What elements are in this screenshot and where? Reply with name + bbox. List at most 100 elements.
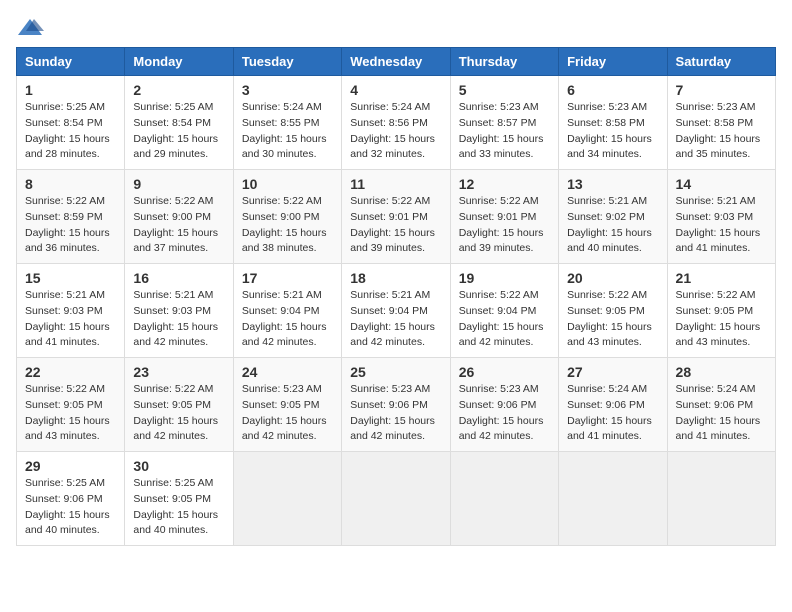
day-info: Sunrise: 5:21 AM Sunset: 9:03 PM Dayligh… — [676, 194, 767, 257]
day-number: 15 — [25, 270, 116, 286]
calendar-cell: 23 Sunrise: 5:22 AM Sunset: 9:05 PM Dayli… — [125, 358, 233, 452]
calendar-cell: 17 Sunrise: 5:21 AM Sunset: 9:04 PM Dayli… — [233, 264, 341, 358]
day-info: Sunrise: 5:22 AM Sunset: 9:01 PM Dayligh… — [350, 194, 441, 257]
day-info: Sunrise: 5:22 AM Sunset: 9:05 PM Dayligh… — [567, 288, 658, 351]
day-number: 12 — [459, 176, 550, 192]
calendar-cell: 6Sunrise: 5:23 AM Sunset: 8:58 PM Daylig… — [559, 76, 667, 170]
calendar-cell — [450, 452, 558, 546]
calendar-cell — [667, 452, 775, 546]
day-number: 22 — [25, 364, 116, 380]
day-info: Sunrise: 5:22 AM Sunset: 9:05 PM Dayligh… — [25, 382, 116, 445]
logo-icon — [16, 17, 44, 37]
day-info: Sunrise: 5:22 AM Sunset: 9:05 PM Dayligh… — [676, 288, 767, 351]
day-info: Sunrise: 5:25 AM Sunset: 8:54 PM Dayligh… — [133, 100, 224, 163]
calendar-cell: 10 Sunrise: 5:22 AM Sunset: 9:00 PM Dayli… — [233, 170, 341, 264]
day-number: 2 — [133, 82, 224, 98]
calendar-cell: 16 Sunrise: 5:21 AM Sunset: 9:03 PM Dayli… — [125, 264, 233, 358]
day-info: Sunrise: 5:25 AM Sunset: 9:06 PM Dayligh… — [25, 476, 116, 539]
calendar-cell: 30Sunrise: 5:25 AM Sunset: 9:05 PM Dayli… — [125, 452, 233, 546]
calendar-cell — [342, 452, 450, 546]
calendar-header-tuesday: Tuesday — [233, 48, 341, 76]
calendar-header-wednesday: Wednesday — [342, 48, 450, 76]
calendar-cell: 26 Sunrise: 5:23 AM Sunset: 9:06 PM Dayli… — [450, 358, 558, 452]
calendar-cell — [233, 452, 341, 546]
calendar-week-4: 22 Sunrise: 5:22 AM Sunset: 9:05 PM Dayli… — [17, 358, 776, 452]
day-number: 16 — [133, 270, 224, 286]
calendar-cell: 28Sunrise: 5:24 AM Sunset: 9:06 PM Dayli… — [667, 358, 775, 452]
day-number: 3 — [242, 82, 333, 98]
day-number: 5 — [459, 82, 550, 98]
day-number: 4 — [350, 82, 441, 98]
calendar-cell: 21Sunrise: 5:22 AM Sunset: 9:05 PM Dayli… — [667, 264, 775, 358]
calendar-cell: 4 Sunrise: 5:24 AM Sunset: 8:56 PM Daylig… — [342, 76, 450, 170]
calendar-cell: 22 Sunrise: 5:22 AM Sunset: 9:05 PM Dayli… — [17, 358, 125, 452]
day-info: Sunrise: 5:23 AM Sunset: 9:06 PM Dayligh… — [350, 382, 441, 445]
calendar-week-3: 15 Sunrise: 5:21 AM Sunset: 9:03 PM Dayli… — [17, 264, 776, 358]
day-info: Sunrise: 5:22 AM Sunset: 9:05 PM Dayligh… — [133, 382, 224, 445]
calendar-header-row: SundayMondayTuesdayWednesdayThursdayFrid… — [17, 48, 776, 76]
day-info: Sunrise: 5:23 AM Sunset: 9:05 PM Dayligh… — [242, 382, 333, 445]
day-number: 20 — [567, 270, 658, 286]
day-info: Sunrise: 5:21 AM Sunset: 9:03 PM Dayligh… — [25, 288, 116, 351]
calendar-cell: 24 Sunrise: 5:23 AM Sunset: 9:05 PM Dayli… — [233, 358, 341, 452]
calendar-cell: 13Sunrise: 5:21 AM Sunset: 9:02 PM Dayli… — [559, 170, 667, 264]
calendar-cell: 27 Sunrise: 5:24 AM Sunset: 9:06 PM Dayli… — [559, 358, 667, 452]
day-info: Sunrise: 5:24 AM Sunset: 9:06 PM Dayligh… — [567, 382, 658, 445]
day-info: Sunrise: 5:23 AM Sunset: 8:58 PM Dayligh… — [567, 100, 658, 163]
day-info: Sunrise: 5:24 AM Sunset: 8:55 PM Dayligh… — [242, 100, 333, 163]
day-info: Sunrise: 5:24 AM Sunset: 8:56 PM Dayligh… — [350, 100, 441, 163]
day-number: 9 — [133, 176, 224, 192]
calendar-cell: 8 Sunrise: 5:22 AM Sunset: 8:59 PM Daylig… — [17, 170, 125, 264]
day-info: Sunrise: 5:23 AM Sunset: 9:06 PM Dayligh… — [459, 382, 550, 445]
day-number: 17 — [242, 270, 333, 286]
calendar-week-1: 1 Sunrise: 5:25 AM Sunset: 8:54 PM Daylig… — [17, 76, 776, 170]
day-number: 19 — [459, 270, 550, 286]
day-info: Sunrise: 5:23 AM Sunset: 8:57 PM Dayligh… — [459, 100, 550, 163]
calendar-header-sunday: Sunday — [17, 48, 125, 76]
logo — [16, 16, 48, 37]
day-number: 26 — [459, 364, 550, 380]
calendar-cell: 5 Sunrise: 5:23 AM Sunset: 8:57 PM Daylig… — [450, 76, 558, 170]
calendar-cell: 9 Sunrise: 5:22 AM Sunset: 9:00 PM Daylig… — [125, 170, 233, 264]
day-info: Sunrise: 5:24 AM Sunset: 9:06 PM Dayligh… — [676, 382, 767, 445]
day-number: 7 — [676, 82, 767, 98]
day-number: 24 — [242, 364, 333, 380]
calendar-week-2: 8 Sunrise: 5:22 AM Sunset: 8:59 PM Daylig… — [17, 170, 776, 264]
day-info: Sunrise: 5:25 AM Sunset: 8:54 PM Dayligh… — [25, 100, 116, 163]
day-number: 30 — [133, 458, 224, 474]
day-number: 23 — [133, 364, 224, 380]
day-number: 29 — [25, 458, 116, 474]
calendar-header-friday: Friday — [559, 48, 667, 76]
calendar-cell: 2 Sunrise: 5:25 AM Sunset: 8:54 PM Daylig… — [125, 76, 233, 170]
day-number: 1 — [25, 82, 116, 98]
day-number: 27 — [567, 364, 658, 380]
day-number: 8 — [25, 176, 116, 192]
calendar-cell: 11 Sunrise: 5:22 AM Sunset: 9:01 PM Dayli… — [342, 170, 450, 264]
day-info: Sunrise: 5:22 AM Sunset: 8:59 PM Dayligh… — [25, 194, 116, 257]
day-info: Sunrise: 5:23 AM Sunset: 8:58 PM Dayligh… — [676, 100, 767, 163]
day-info: Sunrise: 5:21 AM Sunset: 9:04 PM Dayligh… — [350, 288, 441, 351]
calendar-header-saturday: Saturday — [667, 48, 775, 76]
day-info: Sunrise: 5:22 AM Sunset: 9:00 PM Dayligh… — [133, 194, 224, 257]
calendar-cell: 14Sunrise: 5:21 AM Sunset: 9:03 PM Dayli… — [667, 170, 775, 264]
day-number: 10 — [242, 176, 333, 192]
calendar-table: SundayMondayTuesdayWednesdayThursdayFrid… — [16, 47, 776, 546]
day-number: 18 — [350, 270, 441, 286]
calendar-cell: 1 Sunrise: 5:25 AM Sunset: 8:54 PM Daylig… — [17, 76, 125, 170]
calendar-cell: 3 Sunrise: 5:24 AM Sunset: 8:55 PM Daylig… — [233, 76, 341, 170]
calendar-header-monday: Monday — [125, 48, 233, 76]
day-info: Sunrise: 5:22 AM Sunset: 9:01 PM Dayligh… — [459, 194, 550, 257]
day-info: Sunrise: 5:22 AM Sunset: 9:00 PM Dayligh… — [242, 194, 333, 257]
day-number: 25 — [350, 364, 441, 380]
calendar-cell: 25 Sunrise: 5:23 AM Sunset: 9:06 PM Dayli… — [342, 358, 450, 452]
day-number: 13 — [567, 176, 658, 192]
calendar-cell: 15 Sunrise: 5:21 AM Sunset: 9:03 PM Dayli… — [17, 264, 125, 358]
calendar-cell: 29 Sunrise: 5:25 AM Sunset: 9:06 PM Dayli… — [17, 452, 125, 546]
day-info: Sunrise: 5:21 AM Sunset: 9:04 PM Dayligh… — [242, 288, 333, 351]
calendar-cell: 20 Sunrise: 5:22 AM Sunset: 9:05 PM Dayli… — [559, 264, 667, 358]
calendar-week-5: 29 Sunrise: 5:25 AM Sunset: 9:06 PM Dayli… — [17, 452, 776, 546]
day-number: 11 — [350, 176, 441, 192]
calendar-cell: 19 Sunrise: 5:22 AM Sunset: 9:04 PM Dayli… — [450, 264, 558, 358]
day-info: Sunrise: 5:22 AM Sunset: 9:04 PM Dayligh… — [459, 288, 550, 351]
day-info: Sunrise: 5:21 AM Sunset: 9:03 PM Dayligh… — [133, 288, 224, 351]
